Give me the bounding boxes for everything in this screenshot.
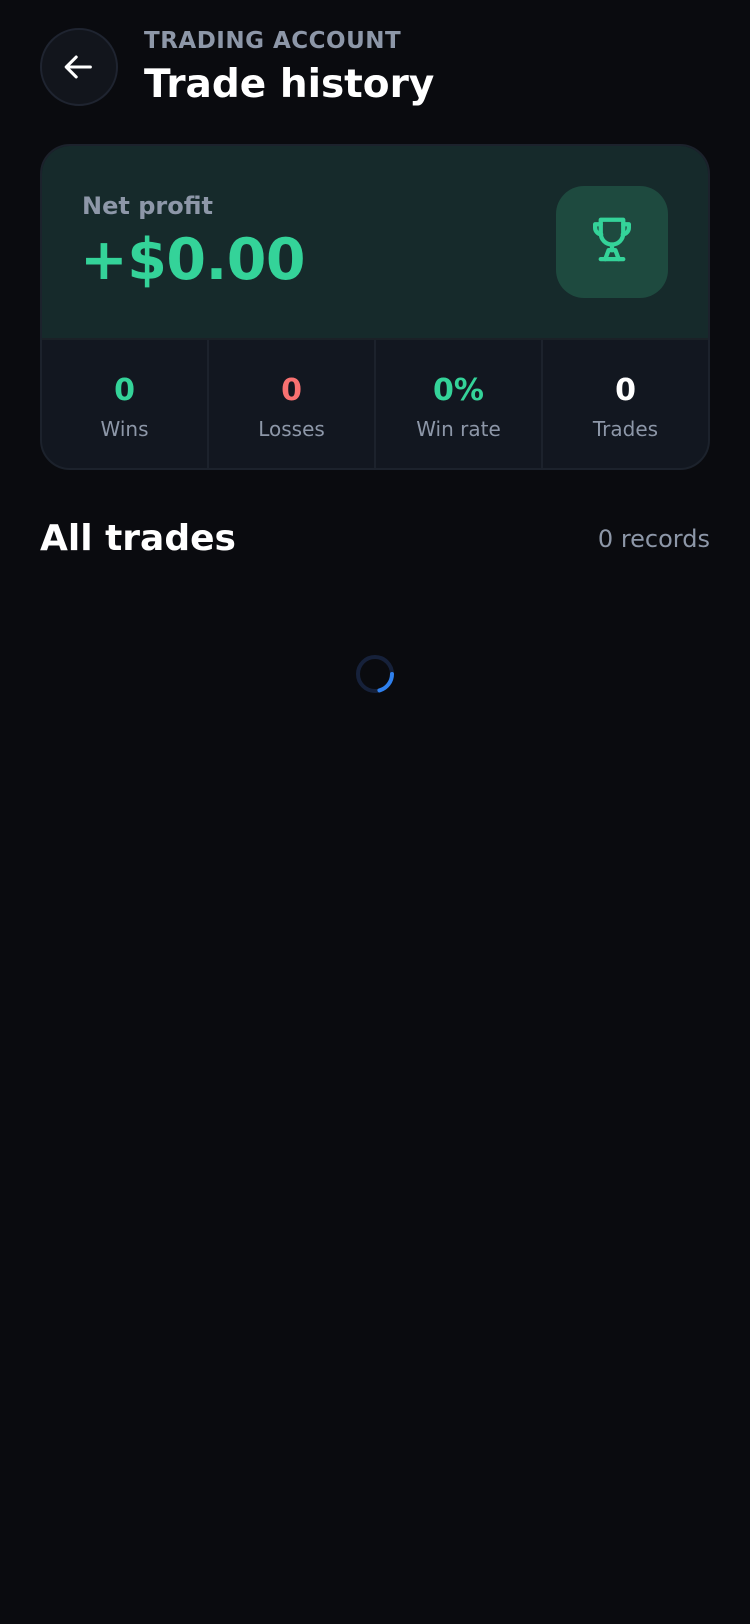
stat-wins: 0 Wins [42,340,209,468]
arrow-left-icon [62,50,96,84]
stat-losses: 0 Losses [209,340,376,468]
net-profit-section: Net profit +$0.00 [42,146,708,340]
stats-row: 0 Wins 0 Losses 0% Win rate 0 Trades [42,340,708,468]
losses-value: 0 [281,373,302,408]
wins-value: 0 [114,373,135,408]
stat-trades: 0 Trades [543,340,708,468]
account-type-label: TRADING ACCOUNT [144,28,402,54]
section-title: All trades [40,518,236,559]
wins-label: Wins [100,417,149,441]
trades-value: 0 [615,373,636,408]
stat-win-rate: 0% Win rate [376,340,543,468]
trades-label: Trades [592,417,659,441]
page-title: Trade history [144,62,435,107]
header: TRADING ACCOUNT Trade history [40,28,710,108]
win-rate-value: 0% [433,373,484,408]
losses-label: Losses [258,417,325,441]
records-count: 0 records [597,525,710,553]
trade-history-screen: TRADING ACCOUNT Trade history Net profit… [0,0,750,1624]
back-button[interactable] [40,28,118,106]
loading-spinner-icon [355,654,395,694]
header-text: TRADING ACCOUNT Trade history [144,28,434,108]
trophy-icon [585,213,639,271]
net-profit-value: +$0.00 [80,227,306,293]
trophy-badge [556,186,668,298]
net-profit-label: Net profit [82,192,213,220]
win-rate-label: Win rate [416,417,501,441]
all-trades-header: All trades 0 records [40,516,710,564]
summary-card: Net profit +$0.00 0 Wins 0 Losses 0% Win… [40,144,710,470]
